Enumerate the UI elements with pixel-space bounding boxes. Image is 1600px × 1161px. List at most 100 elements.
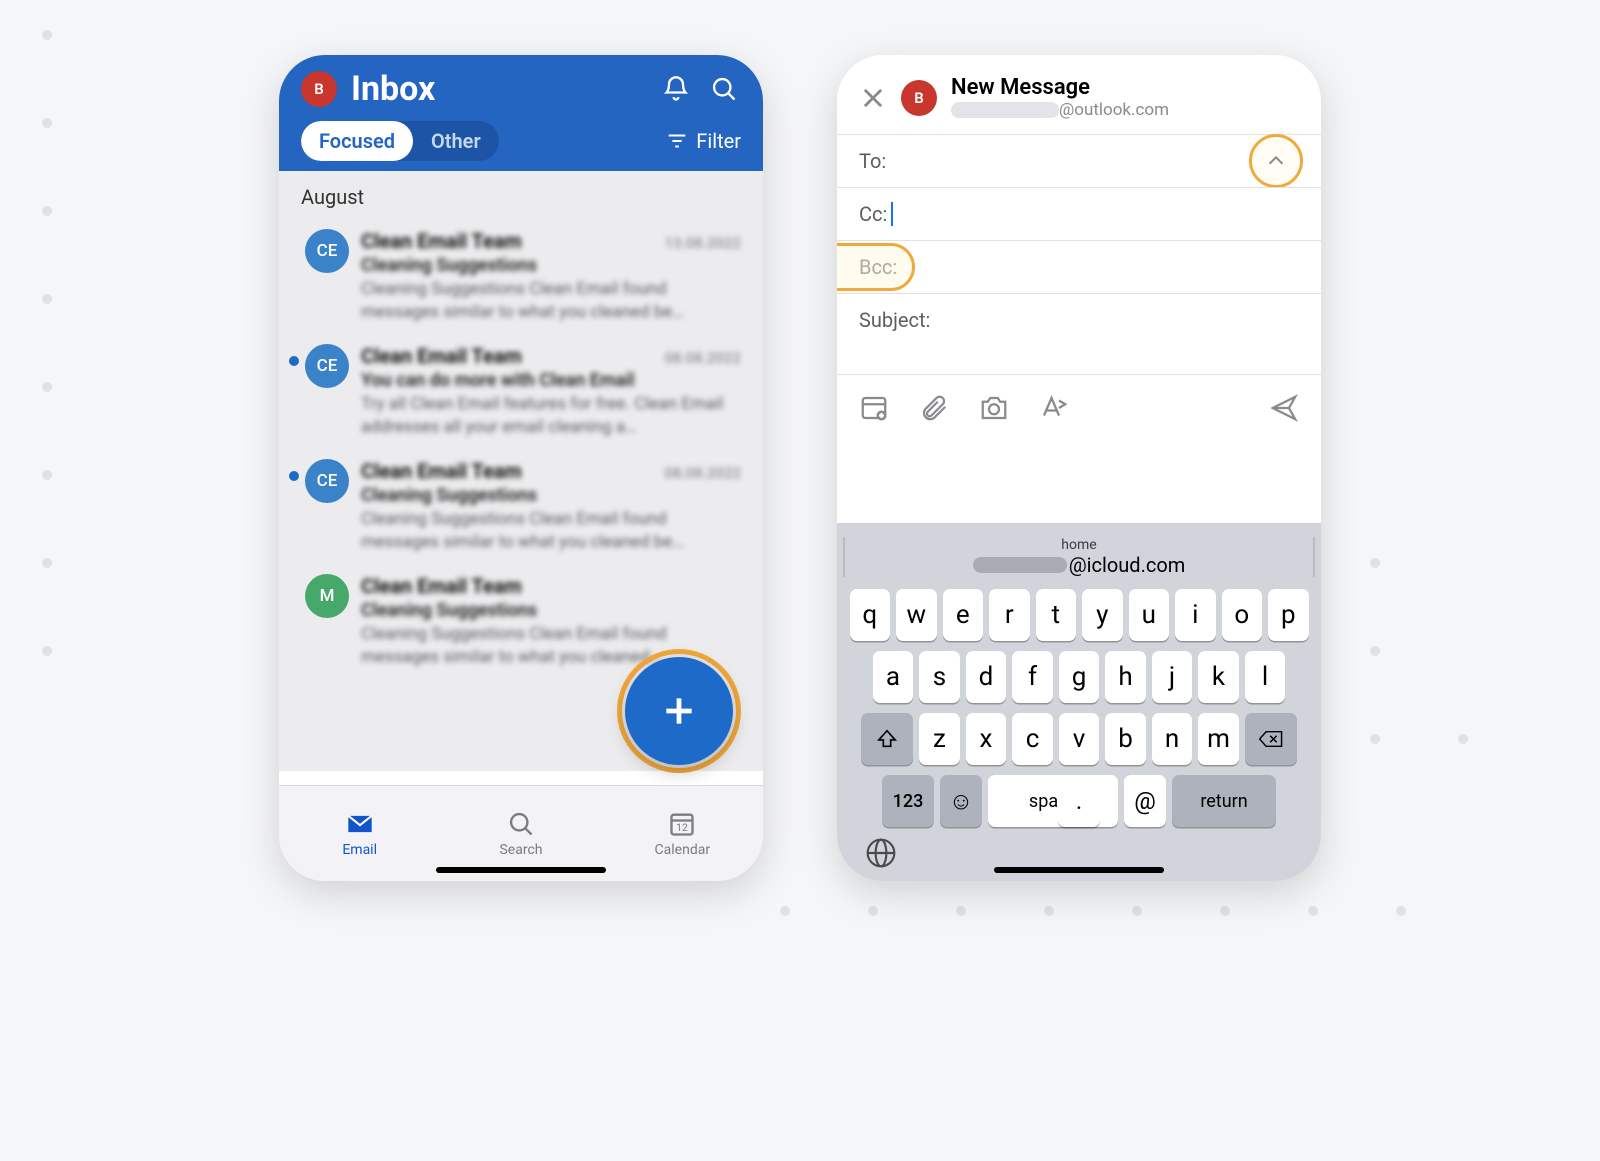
email-preview: Try all Clean Email features for free. C… (361, 393, 741, 439)
send-button[interactable] (1269, 393, 1299, 423)
shift-key[interactable] (861, 713, 913, 765)
key-q[interactable]: q (850, 589, 891, 641)
nav-calendar-label: Calendar (655, 842, 711, 858)
key-o[interactable]: o (1222, 589, 1263, 641)
key-g[interactable]: g (1059, 651, 1100, 703)
key-d[interactable]: d (966, 651, 1007, 703)
keyboard-suggestion-bar: home @icloud.com (843, 531, 1315, 589)
bell-icon[interactable] (659, 72, 693, 106)
sender-avatar: CE (305, 229, 349, 273)
key-j[interactable]: j (1152, 651, 1193, 703)
sender-avatar: CE (305, 344, 349, 388)
account-avatar[interactable]: B (301, 71, 337, 107)
plus-icon (660, 692, 698, 730)
account-avatar[interactable]: B (901, 80, 937, 116)
dot-key[interactable]: . (1058, 775, 1100, 827)
backspace-icon (1258, 728, 1284, 750)
key-t[interactable]: t (1036, 589, 1077, 641)
at-key[interactable]: @ (1124, 775, 1166, 827)
compose-toolbar (837, 374, 1321, 441)
filter-label: Filter (696, 129, 741, 153)
email-preview: Cleaning Suggestions Clean Email found m… (361, 508, 741, 554)
search-icon[interactable] (707, 72, 741, 106)
close-button[interactable] (859, 84, 887, 112)
compose-screen: B New Message @outlook.com To: Cc: Bcc: … (837, 55, 1321, 881)
send-icon (1269, 393, 1299, 423)
compose-highlight-ring (617, 649, 741, 773)
nav-calendar[interactable]: 12 Calendar (602, 786, 763, 881)
key-v[interactable]: v (1059, 713, 1100, 765)
sender-avatar: CE (305, 459, 349, 503)
key-r[interactable]: r (989, 589, 1030, 641)
email-row[interactable]: CE Clean Email Team 08.08.2022 Cleaning … (279, 449, 763, 564)
compose-from: @outlook.com (951, 100, 1169, 120)
cc-field-row[interactable]: Cc: (837, 187, 1321, 240)
email-body-preview: Clean Email Team 08.08.2022 Cleaning Sug… (361, 459, 741, 554)
section-header: August (279, 171, 763, 219)
key-c[interactable]: c (1012, 713, 1053, 765)
bcc-field-row[interactable]: Bcc: (837, 240, 1321, 293)
filter-icon (666, 130, 688, 152)
numbers-key[interactable]: 123 (882, 775, 934, 827)
tab-other[interactable]: Other (413, 121, 499, 161)
email-date: 08.08.2022 (664, 349, 741, 367)
compose-button[interactable] (625, 657, 733, 765)
keyboard-suggestion[interactable]: home @icloud.com (845, 537, 1313, 577)
subject-label: Subject: (859, 308, 930, 332)
key-h[interactable]: h (1105, 651, 1146, 703)
nav-email[interactable]: Email (279, 786, 440, 881)
key-a[interactable]: a (873, 651, 914, 703)
key-b[interactable]: b (1105, 713, 1146, 765)
key-f[interactable]: f (1012, 651, 1053, 703)
tab-focused[interactable]: Focused (301, 121, 413, 161)
globe-key[interactable] (865, 837, 897, 869)
email-preview: Cleaning Suggestions Clean Email found m… (361, 278, 741, 324)
close-icon (859, 84, 887, 112)
camera-icon[interactable] (979, 393, 1009, 423)
key-i[interactable]: i (1175, 589, 1216, 641)
backspace-key[interactable] (1245, 713, 1297, 765)
suggestion-label: home (1061, 537, 1096, 553)
email-date: 13.08.2022 (664, 234, 741, 252)
key-k[interactable]: k (1198, 651, 1239, 703)
format-text-icon[interactable] (1039, 393, 1069, 423)
home-indicator[interactable] (436, 867, 606, 873)
email-body-preview: Clean Email Team 08.08.2022 You can do m… (361, 344, 741, 439)
to-field-row[interactable]: To: (837, 134, 1321, 187)
key-l[interactable]: l (1245, 651, 1286, 703)
email-subject: Cleaning Suggestions (361, 485, 741, 506)
email-date: 08.08.2022 (664, 464, 741, 482)
return-key[interactable]: return (1172, 775, 1276, 827)
page-title: Inbox (351, 69, 645, 109)
key-n[interactable]: n (1152, 713, 1193, 765)
shift-icon (876, 728, 898, 750)
email-row[interactable]: CE Clean Email Team 13.08.2022 Cleaning … (279, 219, 763, 334)
key-y[interactable]: y (1082, 589, 1123, 641)
nav-search-label: Search (499, 842, 542, 858)
home-indicator[interactable] (994, 867, 1164, 873)
key-w[interactable]: w (896, 589, 937, 641)
bcc-label: Bcc: (859, 255, 897, 279)
suggestion-email: @icloud.com (973, 553, 1186, 577)
chevron-up-icon (1265, 150, 1287, 172)
svg-text:12: 12 (676, 821, 688, 834)
key-p[interactable]: p (1268, 589, 1309, 641)
availability-icon[interactable] (859, 393, 889, 423)
email-row[interactable]: CE Clean Email Team 08.08.2022 You can d… (279, 334, 763, 449)
key-x[interactable]: x (966, 713, 1007, 765)
email-sender: Clean Email Team (361, 344, 522, 368)
subject-field-row[interactable]: Subject: (837, 293, 1321, 346)
email-sender: Clean Email Team (361, 574, 522, 598)
filter-button[interactable]: Filter (666, 129, 741, 153)
key-z[interactable]: z (919, 713, 960, 765)
key-m[interactable]: m (1198, 713, 1239, 765)
key-e[interactable]: e (943, 589, 984, 641)
key-s[interactable]: s (919, 651, 960, 703)
unread-dot (289, 471, 299, 481)
attachment-icon[interactable] (919, 393, 949, 423)
emoji-key[interactable]: ☺ (940, 775, 982, 827)
calendar-icon: 12 (667, 810, 697, 838)
key-u[interactable]: u (1129, 589, 1170, 641)
expand-recipients-button[interactable] (1249, 134, 1303, 188)
cc-label: Cc: (859, 202, 887, 226)
